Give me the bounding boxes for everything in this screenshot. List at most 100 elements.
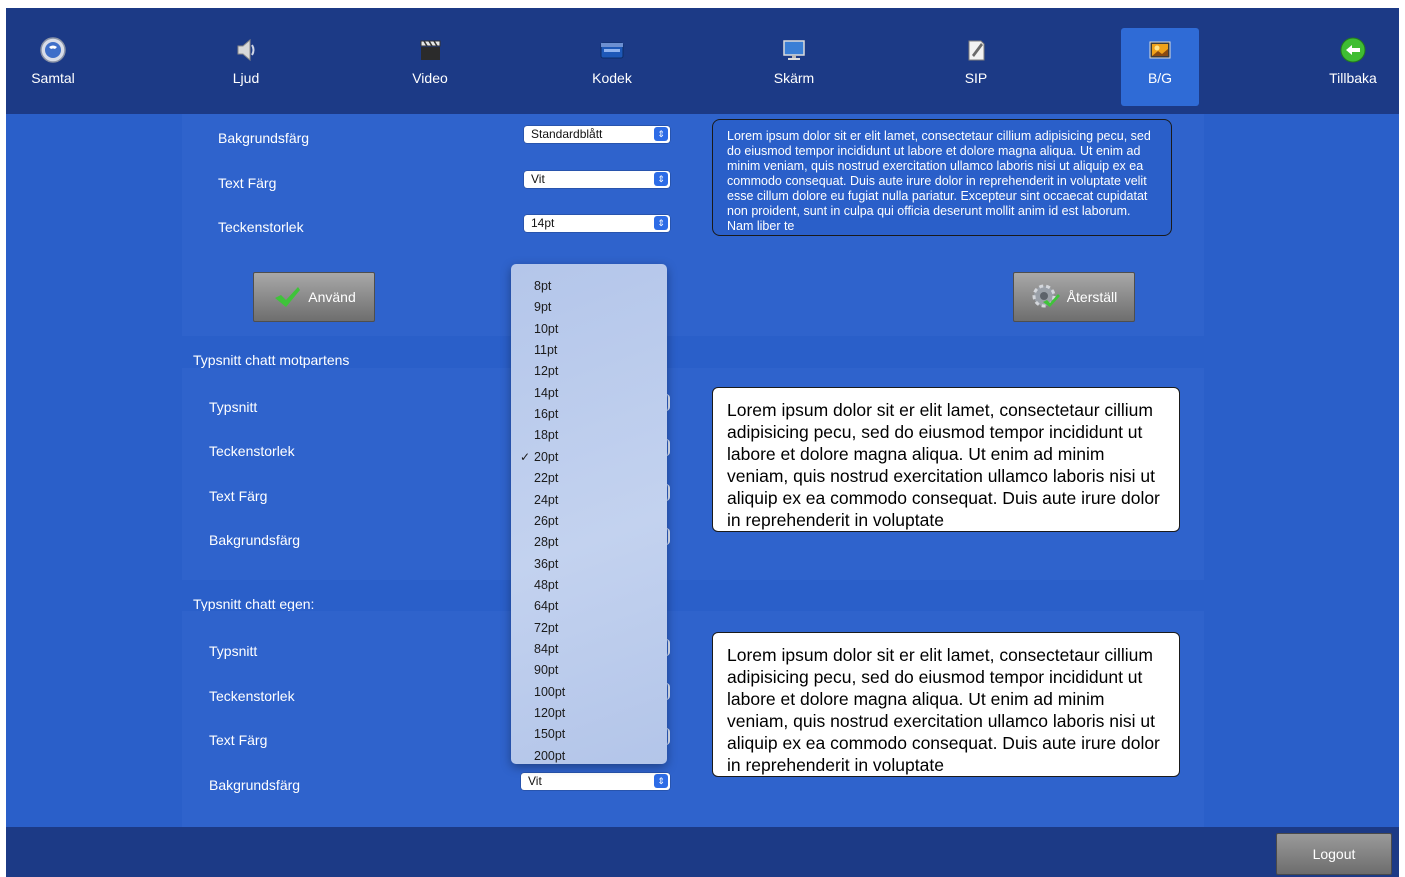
dropdown-option[interactable]: 12pt <box>511 361 667 382</box>
own-chat-preview-content: Lorem ipsum dolor sit er elit lamet, con… <box>727 645 1160 775</box>
dropdown-option-label: 28pt <box>534 535 559 550</box>
dropdown-option-label: 11pt <box>534 343 558 358</box>
font-size-label: Teckenstorlek <box>218 219 304 235</box>
logout-button[interactable]: Logout <box>1276 833 1392 875</box>
dropdown-option-label: 16pt <box>534 407 559 422</box>
dropdown-option-label: 90pt <box>534 663 559 678</box>
dropdown-option[interactable]: 100pt <box>511 682 667 703</box>
back-button-label: Tillbaka <box>1329 70 1377 86</box>
dropdown-option-label: 14pt <box>534 385 559 400</box>
tab-bg[interactable]: B/G <box>1121 28 1199 106</box>
dropdown-option-label: 100pt <box>534 684 566 699</box>
dropdown-option[interactable]: 16pt <box>511 404 667 425</box>
text-color-label: Text Färg <box>218 175 277 191</box>
dropdown-option-label: 8pt <box>534 279 552 293</box>
tab-skarm-label: Skärm <box>773 70 815 86</box>
chevron-updown-icon: ⇕ <box>654 127 668 141</box>
tab-bg-label: B/G <box>1147 70 1173 86</box>
apply-button[interactable]: Använd <box>253 272 375 322</box>
checkmark-icon <box>275 287 301 307</box>
background-color-select[interactable]: Standardblått ⇕ <box>524 126 670 143</box>
font-size-select[interactable]: 14pt ⇕ <box>524 215 670 232</box>
dropdown-option[interactable]: 48pt <box>511 575 667 596</box>
tab-samtal[interactable]: Samtal <box>6 28 103 106</box>
codec-icon <box>600 42 624 59</box>
own-font-label: Typsnitt <box>209 643 258 659</box>
dropdown-option[interactable]: 26pt <box>511 511 667 532</box>
own-size-label: Teckenstorlek <box>209 688 295 704</box>
phone-globe-icon <box>40 37 66 63</box>
dropdown-option[interactable]: 36pt <box>511 554 667 575</box>
chevron-updown-icon: ⇕ <box>654 216 668 230</box>
sip-document-icon <box>968 40 985 61</box>
dropdown-option-label: 120pt <box>534 706 566 720</box>
apply-button-label: Använd <box>308 289 356 305</box>
dropdown-option[interactable]: 22pt <box>511 468 667 489</box>
dropdown-option-label: 12pt <box>534 364 559 379</box>
dropdown-option-label: 36pt <box>534 556 559 571</box>
own-background-select[interactable]: Vit ⇕ <box>521 773 670 790</box>
peer-background-label: Bakgrundsfärg <box>209 532 301 548</box>
font-size-dropdown-menu: 8pt 9pt 10pt 11pt 12pt 14pt 16pt 18pt ✓ 20pt 22pt 2… <box>511 264 667 764</box>
dropdown-option[interactable]: 150pt <box>511 724 667 745</box>
dropdown-option-label: 24pt <box>534 492 559 507</box>
tab-sip[interactable]: SIP <box>926 28 1026 106</box>
dropdown-option[interactable]: 9pt <box>511 297 667 318</box>
peer-chat-section-title: Typsnitt chatt motpartens <box>193 352 350 368</box>
peer-chat-preview-content: Lorem ipsum dolor sit er elit lamet, con… <box>727 400 1160 530</box>
tab-ljud[interactable]: Ljud <box>196 28 296 106</box>
tab-skarm[interactable]: Skärm <box>744 28 844 106</box>
general-preview-text: Lorem ipsum dolor sit er elit lamet, con… <box>712 119 1172 236</box>
font-size-value: 14pt <box>531 216 555 230</box>
tab-samtal-label: Samtal <box>31 70 75 86</box>
dropdown-option[interactable]: 28pt <box>511 532 667 553</box>
tab-ljud-label: Ljud <box>232 70 260 86</box>
own-chat-section-title: Typsnitt chatt egen: <box>193 596 315 612</box>
own-chat-preview: Lorem ipsum dolor sit er elit lamet, con… <box>712 632 1180 777</box>
tab-video-label: Video <box>412 70 448 86</box>
dropdown-option[interactable]: 84pt <box>511 639 667 660</box>
dropdown-option[interactable]: 200pt <box>511 746 667 767</box>
dropdown-option[interactable]: ✓ 20pt <box>511 447 667 468</box>
back-button[interactable]: Tillbaka <box>1303 28 1399 106</box>
peer-font-label: Typsnitt <box>209 399 258 415</box>
dropdown-option[interactable]: 8pt <box>511 276 667 297</box>
dropdown-option-label: 200pt <box>534 748 566 763</box>
own-color-label: Text Färg <box>209 732 268 748</box>
text-color-value: Vit <box>531 172 545 186</box>
reset-button[interactable]: Återställ <box>1013 272 1135 322</box>
own-background-value: Vit <box>528 774 542 788</box>
tab-sip-label: SIP <box>964 70 988 86</box>
top-toolbar: Samtal Ljud Video Kodek Skärm SIP B/G Ti… <box>6 8 1399 114</box>
dropdown-option[interactable]: 24pt <box>511 490 667 511</box>
text-color-select[interactable]: Vit ⇕ <box>524 171 670 188</box>
dropdown-option-label: 9pt <box>534 300 552 315</box>
dropdown-option[interactable]: 14pt <box>511 383 667 404</box>
dropdown-option[interactable]: 120pt <box>511 703 667 724</box>
gear-check-icon <box>1032 284 1060 308</box>
background-color-label: Bakgrundsfärg <box>218 130 310 146</box>
speaker-icon <box>237 38 255 62</box>
check-icon: ✓ <box>520 449 531 464</box>
image-icon <box>1149 41 1171 59</box>
app-window: Samtal Ljud Video Kodek Skärm SIP B/G Ti… <box>6 8 1399 877</box>
back-arrow-icon <box>1340 37 1366 63</box>
dropdown-option-label: 10pt <box>534 321 559 336</box>
reset-button-label: Återställ <box>1066 289 1118 305</box>
peer-size-label: Teckenstorlek <box>209 443 295 459</box>
bottom-bar: Logout <box>6 827 1399 877</box>
dropdown-option-label: 48pt <box>534 577 559 592</box>
tab-kodek[interactable]: Kodek <box>562 28 662 106</box>
dropdown-option[interactable]: 90pt <box>511 660 667 681</box>
dropdown-option[interactable]: 64pt <box>511 596 667 617</box>
dropdown-option[interactable]: 72pt <box>511 618 667 639</box>
chevron-updown-icon: ⇕ <box>654 172 668 186</box>
dropdown-option-label: 150pt <box>534 727 566 742</box>
dropdown-option[interactable]: 18pt <box>511 425 667 446</box>
tab-video[interactable]: Video <box>380 28 480 106</box>
own-background-label: Bakgrundsfärg <box>209 777 301 793</box>
dropdown-option[interactable]: 10pt <box>511 319 667 340</box>
tab-kodek-label: Kodek <box>592 70 632 86</box>
dropdown-option-label: 64pt <box>534 599 559 614</box>
dropdown-option[interactable]: 11pt <box>511 340 667 361</box>
